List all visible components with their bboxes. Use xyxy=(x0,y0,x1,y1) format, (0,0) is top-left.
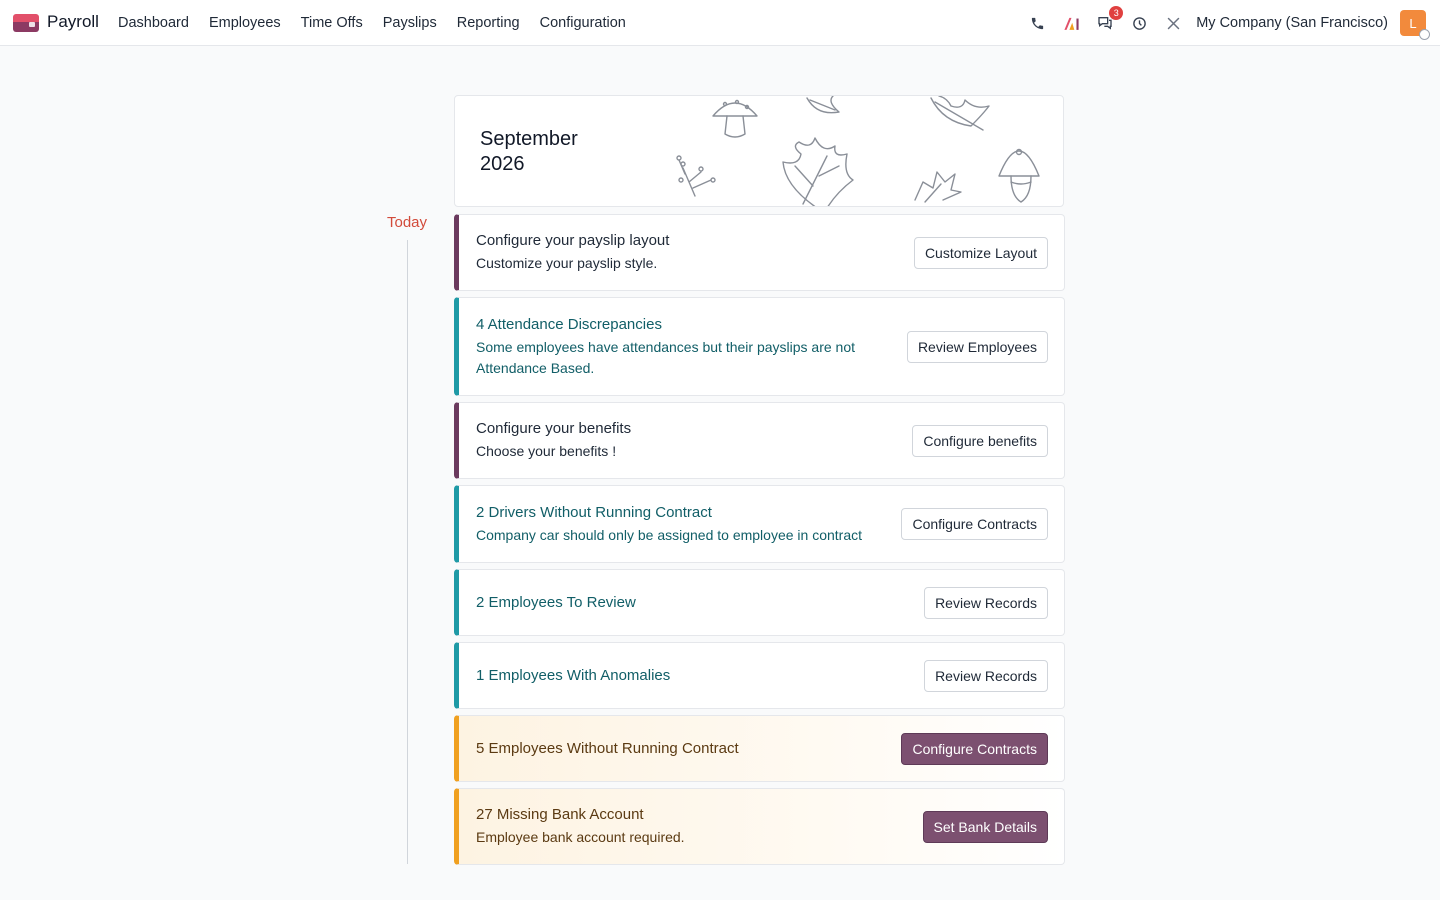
set-bank-details-button[interactable]: Set Bank Details xyxy=(922,810,1048,843)
card-employees-without-contract: 5 Employees Without Running Contract Con… xyxy=(454,715,1065,782)
chat-badge: 3 xyxy=(1109,6,1124,20)
configure-contracts-button[interactable]: Configure Contracts xyxy=(901,732,1048,765)
card-title[interactable]: 27 Missing Bank Account xyxy=(476,805,886,825)
menu-dashboard[interactable]: Dashboard xyxy=(118,15,189,31)
card-body: 1 Employees With Anomalies xyxy=(476,643,886,708)
payroll-app-icon[interactable] xyxy=(13,14,39,32)
menu-reporting[interactable]: Reporting xyxy=(457,15,520,31)
card-body: Configure your benefits Choose your bene… xyxy=(476,403,886,478)
card-body: 4 Attendance Discrepancies Some employee… xyxy=(476,298,886,395)
today-label: Today xyxy=(387,214,428,231)
chat-icon[interactable]: 3 xyxy=(1096,6,1124,32)
phone-icon[interactable] xyxy=(1028,14,1046,32)
card-employees-with-anomalies: 1 Employees With Anomalies Review Record… xyxy=(454,642,1065,709)
app-title[interactable]: Payroll xyxy=(47,12,99,32)
card-body: 5 Employees Without Running Contract xyxy=(476,716,886,781)
card-title[interactable]: 2 Employees To Review xyxy=(476,593,886,613)
review-employees-button[interactable]: Review Employees xyxy=(906,330,1048,363)
card-title[interactable]: 1 Employees With Anomalies xyxy=(476,666,886,686)
autumn-illustration xyxy=(676,96,1040,206)
menu-employees[interactable]: Employees xyxy=(209,15,281,31)
card-attendance-discrepancies: 4 Attendance Discrepancies Some employee… xyxy=(454,297,1065,396)
main-menu: Dashboard Employees Time Offs Payslips R… xyxy=(118,0,646,46)
card-missing-bank-account: 27 Missing Bank Account Employee bank ac… xyxy=(454,788,1065,865)
card-body: 2 Drivers Without Running Contract Compa… xyxy=(476,486,916,562)
review-records-button[interactable]: Review Records xyxy=(924,586,1048,619)
card-employees-to-review: 2 Employees To Review Review Records xyxy=(454,569,1065,636)
configure-benefits-button[interactable]: Configure benefits xyxy=(912,424,1048,457)
card-title: Configure your benefits xyxy=(476,420,632,437)
clock-icon[interactable] xyxy=(1130,14,1148,32)
timeline-line xyxy=(407,240,408,864)
company-switcher[interactable]: My Company (San Francisco) xyxy=(1196,15,1388,31)
configure-contracts-button[interactable]: Configure Contracts xyxy=(901,508,1048,540)
card-description: Choose your benefits ! xyxy=(476,443,617,459)
customize-layout-button[interactable]: Customize Layout xyxy=(913,236,1048,269)
card-body: 27 Missing Bank Account Employee bank ac… xyxy=(476,789,886,864)
top-navbar: Payroll Dashboard Employees Time Offs Pa… xyxy=(0,0,1440,46)
card-description: Some employees have attendances but thei… xyxy=(476,338,856,376)
card-body: Configure your payslip layout Customize … xyxy=(476,215,886,290)
card-title[interactable]: 4 Attendance Discrepancies xyxy=(476,315,886,335)
user-avatar[interactable]: L xyxy=(1400,10,1430,40)
tools-icon[interactable] xyxy=(1164,14,1182,32)
ai-icon[interactable] xyxy=(1062,14,1080,32)
menu-time-offs[interactable]: Time Offs xyxy=(301,15,363,31)
review-records-button[interactable]: Review Records xyxy=(924,659,1048,692)
card-body: 2 Employees To Review xyxy=(476,570,886,635)
card-description: Employee bank account required. xyxy=(476,829,685,845)
card-payslip-layout: Configure your payslip layout Customize … xyxy=(454,214,1065,291)
card-configure-benefits: Configure your benefits Choose your bene… xyxy=(454,402,1065,479)
avatar-initial: L xyxy=(1409,15,1417,31)
menu-payslips[interactable]: Payslips xyxy=(383,15,437,31)
card-title: Configure your payslip layout xyxy=(476,232,670,249)
card-description: Customize your payslip style. xyxy=(476,255,658,271)
systray: 3 My Company (San Francisco) L xyxy=(1012,0,1430,46)
card-title[interactable]: 2 Drivers Without Running Contract xyxy=(476,503,916,523)
menu-configuration[interactable]: Configuration xyxy=(540,15,626,31)
month-header-card: September 2026 xyxy=(454,95,1064,207)
card-title[interactable]: 5 Employees Without Running Contract xyxy=(476,739,886,759)
card-drivers-without-contract: 2 Drivers Without Running Contract Compa… xyxy=(454,485,1065,563)
card-description: Company car should only be assigned to e… xyxy=(476,526,862,543)
